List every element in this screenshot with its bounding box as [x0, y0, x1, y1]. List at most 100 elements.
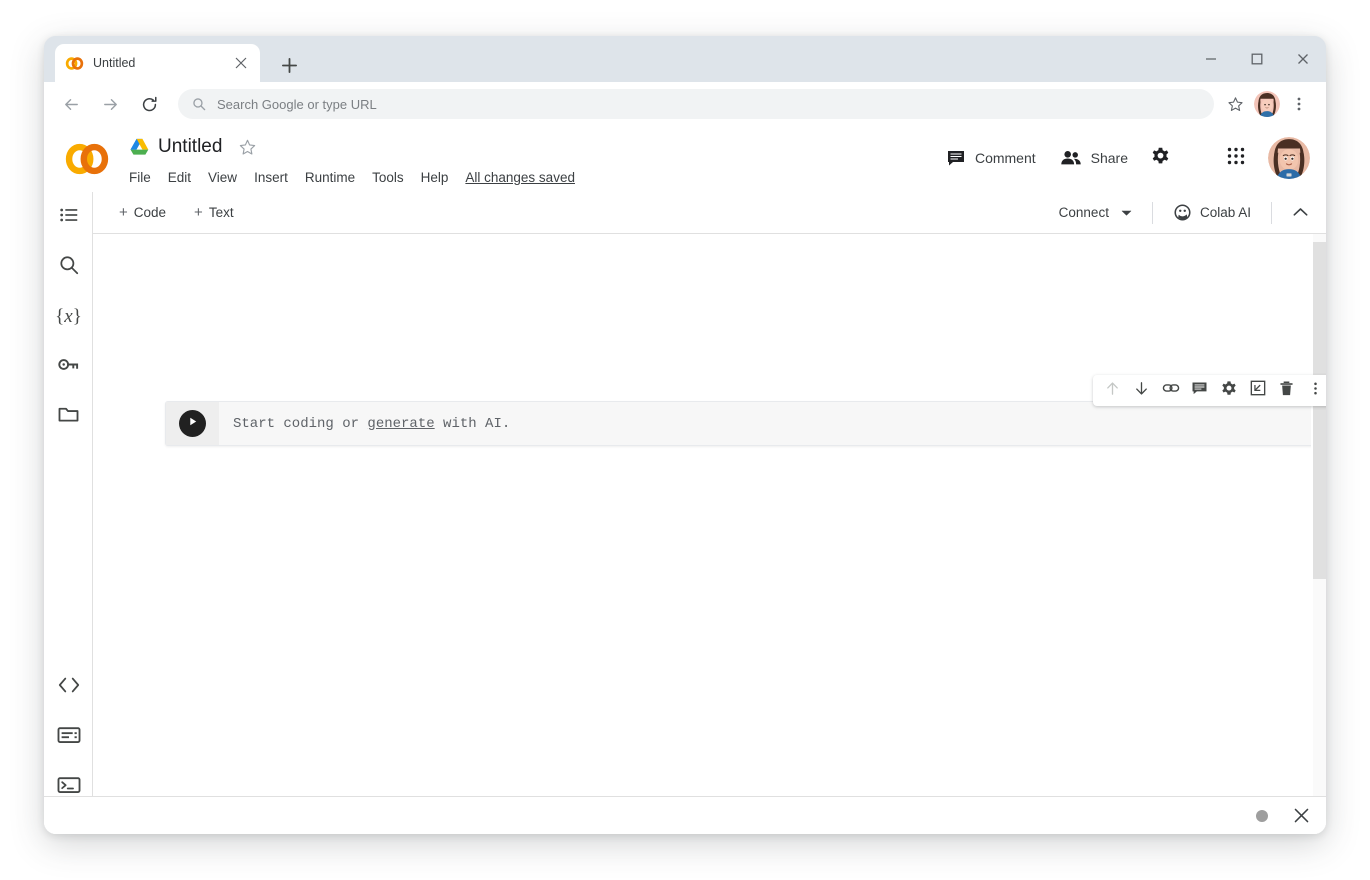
comment-icon [1191, 380, 1208, 402]
sidebar-item-command-palette[interactable] [44, 712, 93, 762]
sidebar-item-files[interactable] [44, 392, 93, 442]
colab-ai-button[interactable]: Colab AI [1165, 198, 1259, 227]
google-apps-button[interactable] [1216, 138, 1256, 178]
menu-view[interactable]: View [208, 170, 237, 185]
add-code-cell-button[interactable]: + Code [111, 201, 174, 224]
share-button[interactable]: Share [1050, 142, 1138, 174]
user-avatar[interactable] [1268, 137, 1310, 179]
save-status[interactable]: All changes saved [465, 170, 575, 185]
toolbar-divider [1271, 202, 1272, 224]
tab-title: Untitled [93, 56, 232, 70]
notebook-title-block: Untitled File Edit View Insert Runtime T… [129, 132, 575, 189]
trash-icon [1278, 380, 1295, 402]
folder-icon [57, 403, 80, 431]
page-title[interactable]: Untitled [158, 136, 222, 158]
close-icon[interactable] [232, 54, 250, 72]
address-bar[interactable]: Search Google or type URL [178, 89, 1214, 119]
move-cell-up-button[interactable] [1098, 376, 1127, 405]
comment-icon [946, 148, 966, 168]
link-icon [1162, 379, 1180, 402]
cell-gutter [166, 402, 219, 445]
more-cell-actions-button[interactable] [1301, 376, 1326, 405]
colab-logo[interactable] [64, 140, 110, 178]
code-cell[interactable]: Start coding or generate with AI. [165, 401, 1326, 446]
close-icon[interactable] [1290, 805, 1312, 827]
colab-icon [65, 54, 84, 73]
star-icon[interactable] [236, 136, 258, 158]
sidebar-item-secrets[interactable] [44, 342, 93, 392]
key-icon [57, 353, 80, 381]
arrow-down-icon [1133, 380, 1150, 402]
scrollbar-thumb[interactable] [1313, 242, 1326, 579]
cell-input-placeholder[interactable]: Start coding or generate with AI. [219, 402, 1326, 445]
cell-toolbar [1093, 375, 1326, 406]
add-text-cell-button[interactable]: + Text [186, 201, 242, 224]
forward-arrow-icon[interactable] [95, 89, 125, 119]
kebab-menu-icon[interactable] [1284, 89, 1314, 119]
delete-cell-button[interactable] [1272, 376, 1301, 405]
tab-strip: Untitled [44, 36, 1326, 82]
run-cell-button[interactable] [179, 410, 206, 437]
placeholder-prefix: Start coding or [233, 416, 367, 432]
notebook-toolbar: + Code + Text Connect [93, 192, 1326, 234]
colab-ai-label: Colab AI [1200, 205, 1251, 220]
sidebar-item-variables[interactable]: {x} [44, 292, 93, 342]
browser-tab[interactable]: Untitled [55, 44, 260, 82]
apps-grid-icon [1226, 146, 1246, 171]
add-text-label: Text [209, 205, 234, 220]
reload-icon[interactable] [134, 89, 164, 119]
menu-runtime[interactable]: Runtime [305, 170, 355, 185]
notebook-scrollbar[interactable] [1311, 234, 1326, 834]
new-tab-icon[interactable] [276, 52, 302, 78]
add-comment-button[interactable] [1185, 376, 1214, 405]
comment-button[interactable]: Comment [936, 142, 1046, 174]
colab-menu-bar: File Edit View Insert Runtime Tools Help… [129, 165, 575, 189]
mirror-cell-icon [1249, 379, 1267, 402]
colab-header-actions: Comment Share [932, 136, 1310, 180]
gear-icon [1150, 145, 1171, 171]
toolbar-divider [1152, 202, 1153, 224]
add-code-label: Code [134, 205, 166, 220]
sidebar-bottom-items [44, 662, 93, 812]
sidebar-item-table-of-contents[interactable] [44, 192, 93, 242]
menu-insert[interactable]: Insert [254, 170, 288, 185]
colab-sidebar: {x} [44, 192, 93, 834]
menu-help[interactable]: Help [421, 170, 449, 185]
back-arrow-icon[interactable] [56, 89, 86, 119]
arrow-up-icon [1104, 380, 1121, 402]
play-icon [186, 415, 199, 433]
connect-label: Connect [1059, 205, 1109, 220]
profile-avatar[interactable] [1254, 91, 1280, 117]
colab-app: Untitled File Edit View Insert Runtime T… [44, 126, 1326, 834]
maximize-icon[interactable] [1234, 36, 1280, 82]
settings-button[interactable] [1140, 138, 1180, 178]
close-icon[interactable] [1280, 36, 1326, 82]
browser-toolbar: Search Google or type URL [44, 82, 1326, 126]
connect-button[interactable]: Connect [1051, 200, 1140, 225]
minimize-icon[interactable] [1188, 36, 1234, 82]
menu-tools[interactable]: Tools [372, 170, 404, 185]
mirror-cell-button[interactable] [1243, 376, 1272, 405]
star-icon[interactable] [1220, 89, 1250, 119]
search-icon [58, 254, 80, 281]
link-to-cell-button[interactable] [1156, 376, 1185, 405]
move-cell-down-button[interactable] [1127, 376, 1156, 405]
sidebar-item-code-snippets[interactable] [44, 662, 93, 712]
sidebar-item-search[interactable] [44, 242, 93, 292]
command-palette-icon [57, 725, 81, 750]
gear-icon [1220, 379, 1238, 402]
variables-icon: {x} [55, 306, 82, 328]
share-label: Share [1091, 150, 1128, 166]
colab-header: Untitled File Edit View Insert Runtime T… [44, 126, 1326, 192]
collapse-toolbar-button[interactable] [1284, 197, 1316, 229]
generate-link[interactable]: generate [367, 416, 434, 432]
window-controls [1188, 36, 1326, 82]
browser-window: Untitled [44, 36, 1326, 834]
kebab-menu-icon [1308, 381, 1323, 401]
menu-edit[interactable]: Edit [168, 170, 191, 185]
menu-file[interactable]: File [129, 170, 151, 185]
chevron-down-icon[interactable] [1121, 209, 1132, 217]
cell-settings-button[interactable] [1214, 376, 1243, 405]
search-icon [192, 97, 206, 111]
code-brackets-icon [57, 674, 81, 701]
